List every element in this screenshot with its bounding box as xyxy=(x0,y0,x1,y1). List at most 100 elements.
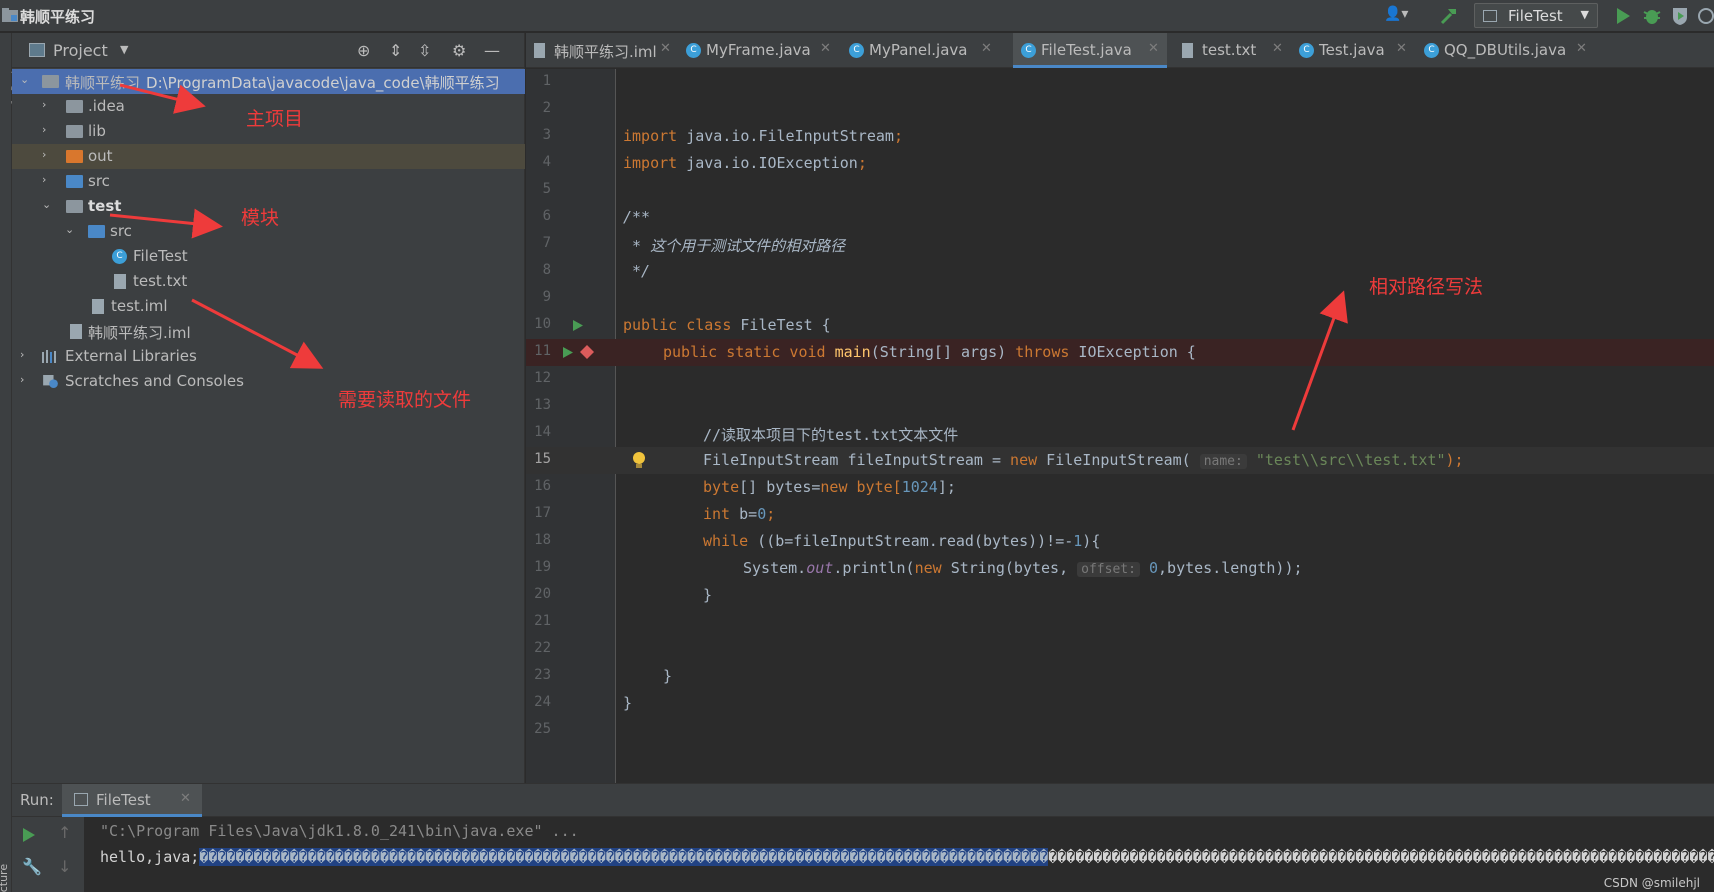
wrench-icon[interactable]: 🔧 xyxy=(22,857,42,876)
console-output[interactable]: "C:\Program Files\Java\jdk1.8.0_241\bin\… xyxy=(92,817,1714,892)
locate-icon[interactable]: ⊕ xyxy=(357,41,370,60)
line-number: 12 xyxy=(534,370,551,386)
chevron-down-icon[interactable]: ▼ xyxy=(120,43,128,56)
close-icon[interactable]: ✕ xyxy=(180,791,191,806)
line-number: 11 xyxy=(534,343,551,359)
close-icon[interactable]: ✕ xyxy=(1576,41,1587,56)
close-icon[interactable]: ✕ xyxy=(1396,41,1407,56)
tree-item-test-iml[interactable]: test.iml xyxy=(12,294,525,319)
line-number: 8 xyxy=(542,262,551,278)
project-panel-title[interactable]: Project xyxy=(53,41,108,60)
run-configuration-select[interactable]: FileTest ▼ xyxy=(1474,3,1598,28)
tree-item-src[interactable]: › src xyxy=(12,169,525,194)
arrow-down-icon[interactable]: ↓ xyxy=(58,857,71,876)
code-token: ]; xyxy=(937,478,956,496)
code-token: } xyxy=(663,667,673,685)
chevron-right-icon[interactable]: › xyxy=(20,373,32,386)
line-number: 2 xyxy=(542,100,551,116)
code-token: */ xyxy=(623,262,651,280)
code-line: 7 * 这个用于测试文件的相对路径 xyxy=(526,231,1714,258)
code-token: ; xyxy=(893,127,903,145)
close-icon[interactable]: ✕ xyxy=(1272,41,1283,56)
chevron-right-icon[interactable]: › xyxy=(20,348,32,361)
chevron-right-icon[interactable]: › xyxy=(42,123,54,136)
arrow-up-icon[interactable]: ↑ xyxy=(58,823,71,842)
annotation-module: 模块 xyxy=(241,207,280,229)
code-line: 12 xyxy=(526,366,1714,393)
run-gutter-icon[interactable] xyxy=(572,319,584,332)
debug-icon[interactable] xyxy=(1642,6,1662,26)
tab-test-java[interactable]: C Test.java ✕ xyxy=(1291,33,1416,68)
line-number: 22 xyxy=(534,640,551,656)
breakpoint-icon[interactable] xyxy=(580,345,594,359)
code-token: import xyxy=(623,127,678,145)
code-token: new xyxy=(914,559,942,577)
console-output-line: hello,java;�����������������������������… xyxy=(100,848,1714,866)
tree-item-external-libraries[interactable]: › External Libraries xyxy=(12,344,525,369)
collapse-all-icon[interactable]: ⇳ xyxy=(418,41,431,60)
console-output-text: ����������������������������������������… xyxy=(1048,848,1714,866)
code-token: 0 xyxy=(757,505,767,523)
code-text: public class FileTest { xyxy=(623,316,831,334)
close-icon[interactable]: ✕ xyxy=(1148,41,1159,56)
line-number: 23 xyxy=(534,667,551,683)
iml-file-icon xyxy=(92,299,104,314)
code-token: .println( xyxy=(833,559,915,577)
chevron-down-icon[interactable]: ⌄ xyxy=(20,73,32,86)
chevron-right-icon[interactable]: › xyxy=(42,148,54,161)
tab-qq-dbutils[interactable]: C QQ_DBUtils.java ✕ xyxy=(1416,33,1596,68)
tab-filetest[interactable]: C FileTest.java ✕ xyxy=(1013,33,1167,68)
code-token: /** xyxy=(623,208,651,226)
profiler-icon[interactable] xyxy=(1698,6,1714,26)
tab-test-txt[interactable]: test.txt ✕ xyxy=(1174,33,1291,68)
parameter-hint: name: xyxy=(1199,454,1247,469)
run-gutter-icon[interactable] xyxy=(562,346,574,359)
tab-label: test.txt xyxy=(1202,41,1257,59)
close-icon[interactable]: ✕ xyxy=(660,41,671,56)
tab-label: 韩顺平练习.iml xyxy=(554,43,657,61)
chevron-right-icon[interactable]: › xyxy=(42,98,54,111)
tree-item-root-iml[interactable]: 韩顺平练习.iml xyxy=(12,319,525,344)
user-account-icon[interactable]: 👤▾ xyxy=(1384,6,1418,26)
tab-han-iml[interactable]: 韩顺平练习.iml ✕ xyxy=(526,33,678,68)
code-token: new xyxy=(1010,451,1038,469)
code-area[interactable]: 1 2 3 import java.io.FileInputStream; 4 … xyxy=(526,69,1714,783)
code-token: * 这个用于测试文件的相对路径 xyxy=(623,237,846,255)
module-folder-icon xyxy=(42,75,59,88)
code-text: public static void main(String[] args) t… xyxy=(663,343,1196,361)
code-token: while xyxy=(703,532,749,550)
code-token: new xyxy=(820,478,848,496)
project-folder-icon xyxy=(2,8,18,22)
build-hammer-icon[interactable] xyxy=(1439,6,1461,26)
run-icon[interactable] xyxy=(1614,6,1632,26)
chevron-down-icon[interactable]: ⌄ xyxy=(42,198,54,211)
rerun-icon[interactable] xyxy=(22,827,36,843)
line-number: 25 xyxy=(534,721,551,737)
code-line: 22 xyxy=(526,636,1714,663)
code-token: ); xyxy=(1445,451,1464,469)
hide-panel-icon[interactable]: — xyxy=(484,41,500,60)
close-icon[interactable]: ✕ xyxy=(981,41,992,56)
structure-tool-window-tab[interactable]: Structure xyxy=(0,864,10,892)
tree-item-root-module[interactable]: ⌄ 韩顺平练习 D:\ProgramData\javacode\java_code… xyxy=(12,69,525,94)
run-tab-filetest[interactable]: FileTest ✕ xyxy=(62,784,202,817)
gear-icon[interactable]: ⚙ xyxy=(452,41,466,60)
chevron-down-icon[interactable]: ⌄ xyxy=(65,223,77,236)
close-icon[interactable]: ✕ xyxy=(820,41,831,56)
lightbulb-icon[interactable] xyxy=(632,451,646,469)
coverage-icon[interactable] xyxy=(1670,6,1690,26)
expand-all-icon[interactable]: ⇕ xyxy=(389,41,402,60)
code-text: byte[] bytes=new byte[1024]; xyxy=(703,478,956,496)
tab-mypanel[interactable]: C MyPanel.java ✕ xyxy=(841,33,1001,68)
tab-myframe[interactable]: C MyFrame.java ✕ xyxy=(678,33,841,68)
tree-item-out[interactable]: › out xyxy=(12,144,525,169)
tree-item-label: test.iml xyxy=(111,297,168,315)
code-token: IOException { xyxy=(1069,343,1196,361)
tree-item-test-txt[interactable]: test.txt xyxy=(12,269,525,294)
java-class-icon: C xyxy=(112,249,127,264)
tree-item-filetest[interactable]: C FileTest xyxy=(12,244,525,269)
code-line: 14 //读取本项目下的test.txt文本文件 xyxy=(526,420,1714,447)
chevron-right-icon[interactable]: › xyxy=(42,173,54,186)
annotation-file-to-read: 需要读取的文件 xyxy=(338,389,472,411)
run-panel-header: Run: FileTest ✕ xyxy=(12,784,1714,817)
